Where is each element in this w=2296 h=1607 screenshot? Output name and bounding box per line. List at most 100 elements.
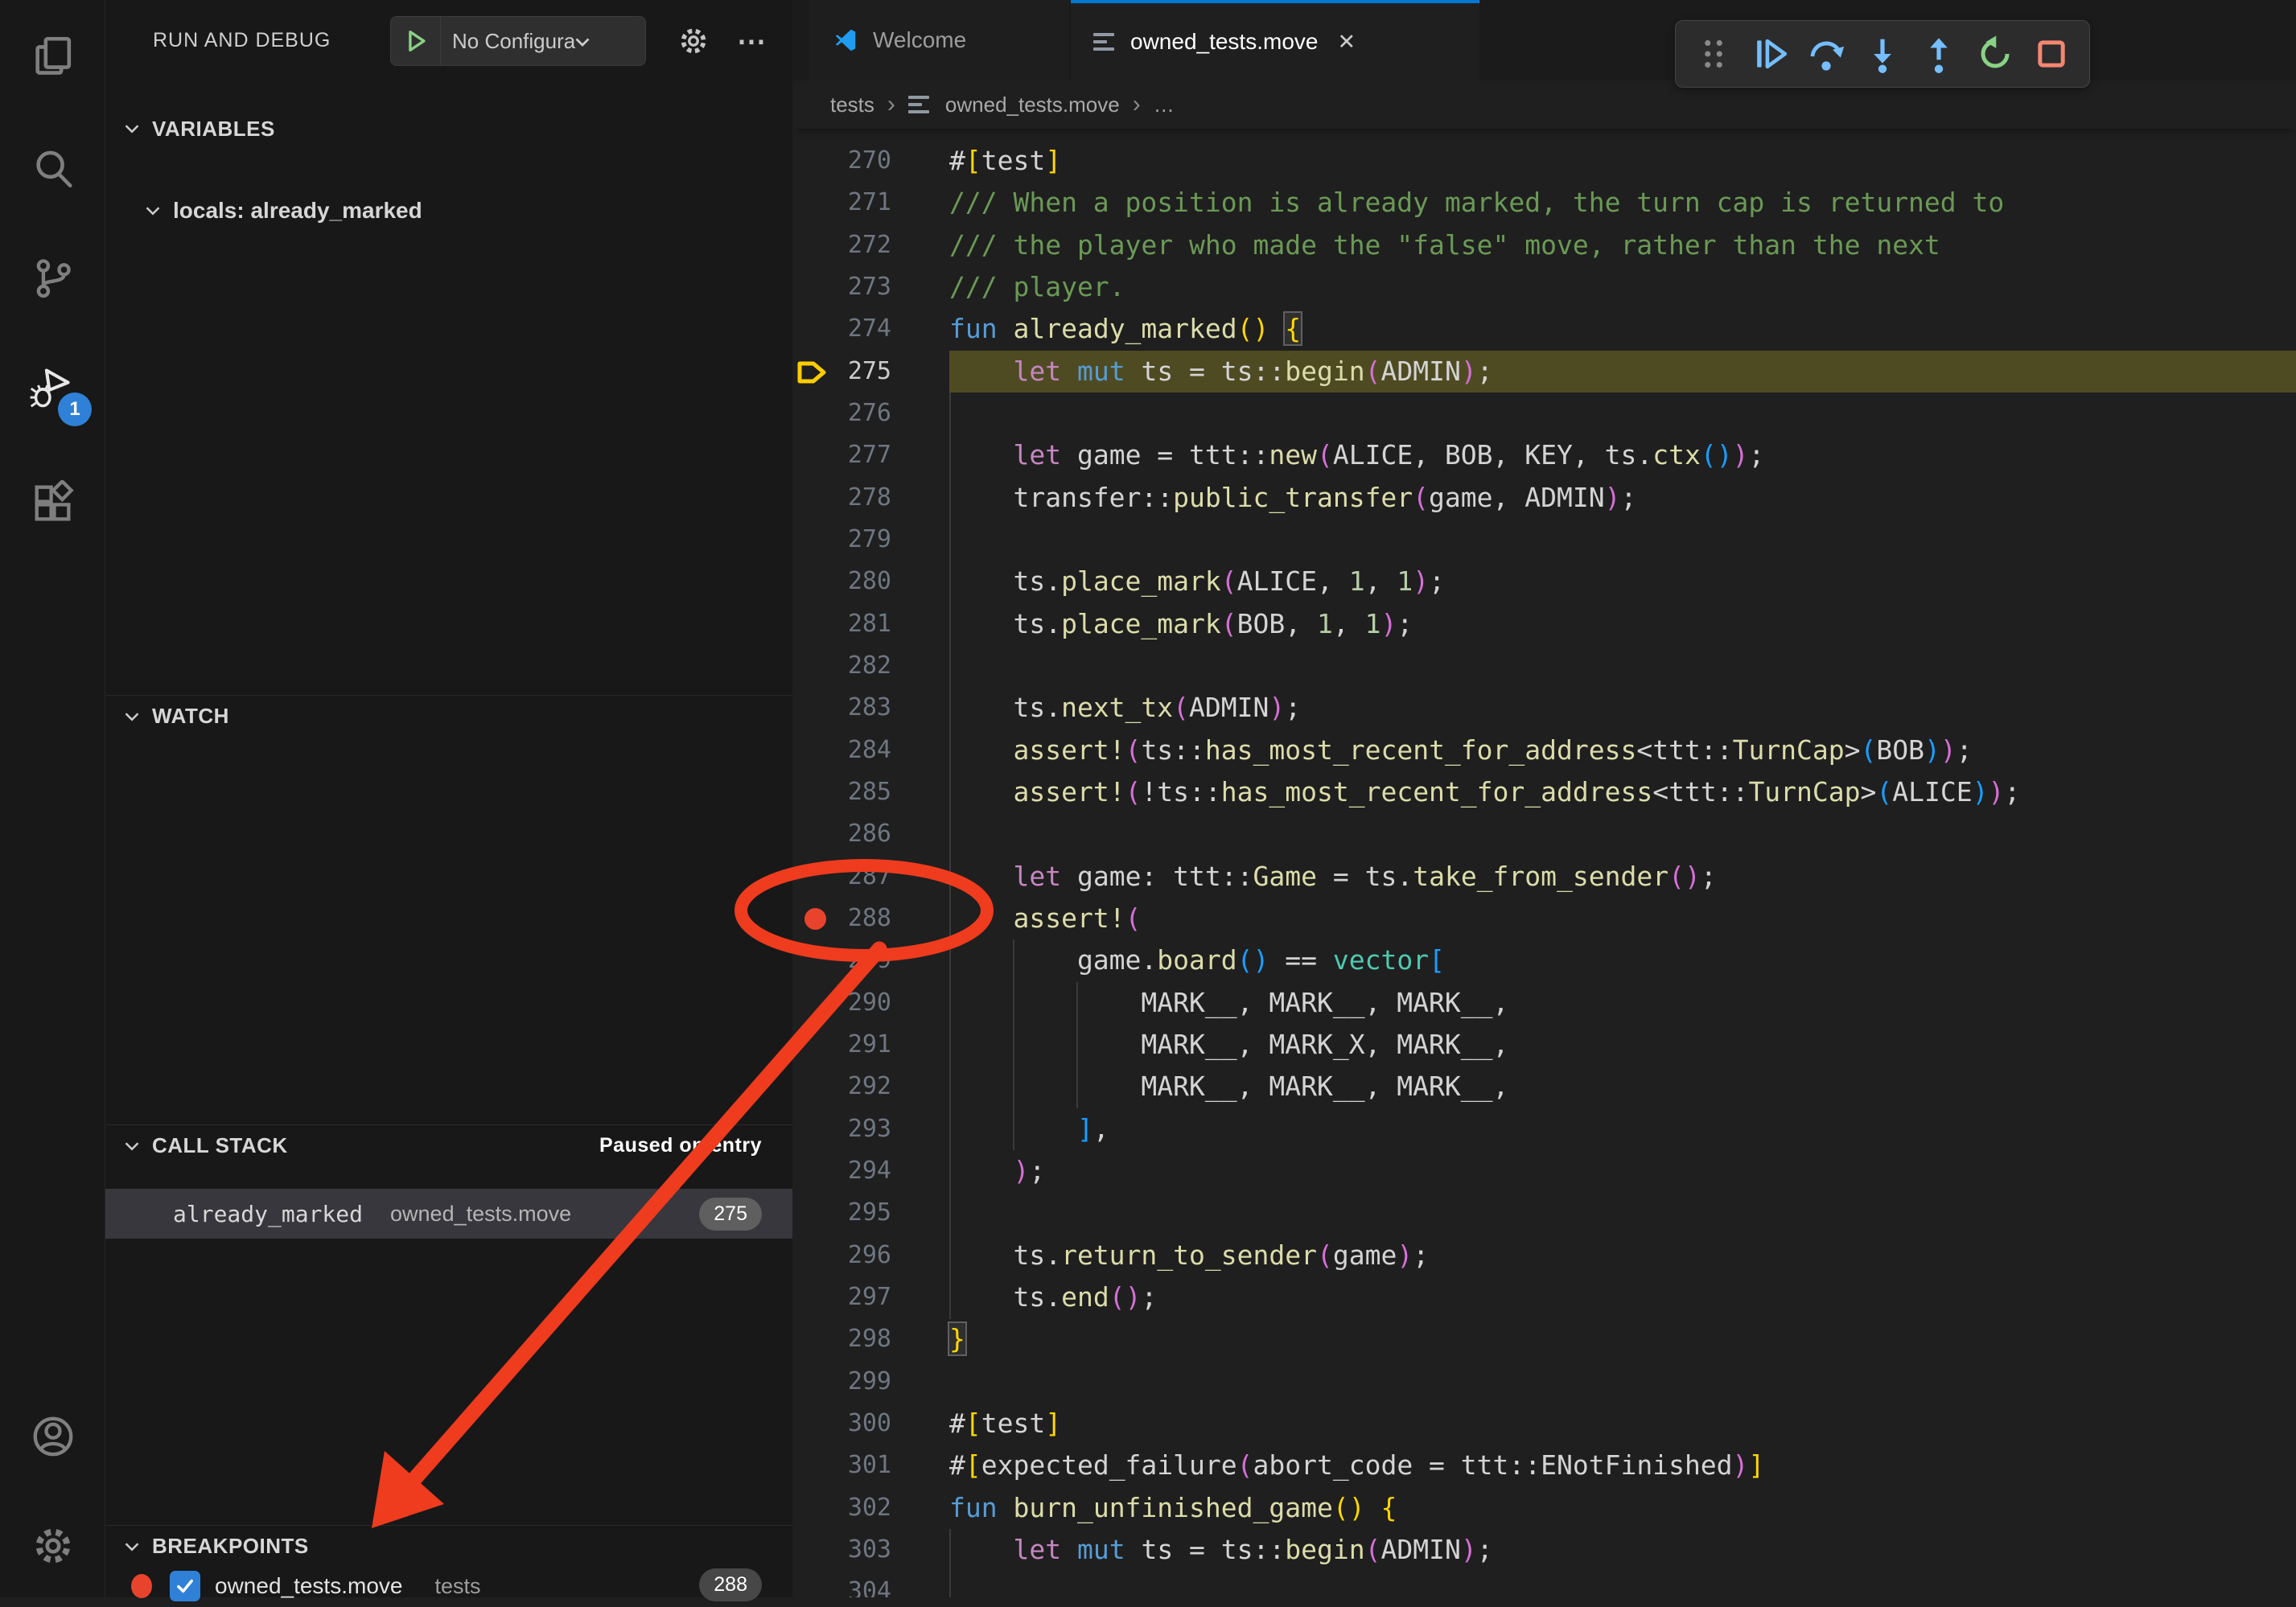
call-stack-frame-row[interactable]: already_marked owned_tests.move 275	[105, 1189, 792, 1239]
code-line[interactable]: 273/// player.	[792, 266, 2296, 308]
code-line[interactable]: 292 MARK__, MARK__, MARK__,	[792, 1066, 2296, 1108]
variables-scope-row[interactable]: locals: already_marked	[141, 190, 422, 232]
code-line[interactable]: 287 let game: ttt::Game = ts.take_from_s…	[792, 856, 2296, 898]
code-line[interactable]: 302fun burn_unfinished_game() {	[792, 1487, 2296, 1529]
line-number[interactable]: 299	[792, 1361, 891, 1403]
code-line[interactable]: 271/// When a position is already marked…	[792, 182, 2296, 224]
code-line[interactable]: 290 MARK__, MARK__, MARK__,	[792, 982, 2296, 1024]
code-line[interactable]: 276	[792, 393, 2296, 434]
line-number[interactable]: 287	[792, 856, 891, 898]
tab-owned-tests[interactable]: owned_tests.move ✕	[1071, 0, 1479, 80]
line-number[interactable]: 284	[792, 730, 891, 771]
code-line[interactable]: 279	[792, 519, 2296, 561]
code-line[interactable]: 299	[792, 1361, 2296, 1403]
continue-button[interactable]	[1747, 31, 1793, 77]
line-number[interactable]: 270	[792, 140, 891, 182]
line-number[interactable]: 272	[792, 224, 891, 266]
line-number[interactable]: 286	[792, 813, 891, 855]
code-line[interactable]: 275 let mut ts = ts::begin(ADMIN);	[792, 351, 2296, 393]
line-number[interactable]: 279	[792, 519, 891, 561]
code-line[interactable]: 295	[792, 1192, 2296, 1234]
variables-section-header[interactable]: VARIABLES	[105, 108, 792, 150]
line-number[interactable]: 296	[792, 1235, 891, 1276]
debug-config-dropdown[interactable]: No Configura	[390, 16, 646, 66]
breakpoint-list-item[interactable]: owned_tests.move tests 288	[105, 1565, 792, 1607]
code-line[interactable]: 270#[test]	[792, 140, 2296, 182]
code-line[interactable]: 288 assert!(	[792, 898, 2296, 939]
line-number[interactable]: 288	[792, 898, 891, 939]
line-number[interactable]: 292	[792, 1066, 891, 1108]
breadcrumb-item-symbol[interactable]: …	[1154, 92, 1175, 117]
line-number[interactable]: 283	[792, 687, 891, 729]
activity-settings[interactable]	[0, 1498, 105, 1594]
code-line[interactable]: 277 let game = ttt::new(ALICE, BOB, KEY,…	[792, 434, 2296, 476]
code-line[interactable]: 293 ],	[792, 1108, 2296, 1150]
line-number[interactable]: 297	[792, 1276, 891, 1318]
step-out-button[interactable]	[1915, 31, 1962, 77]
watch-section-header[interactable]: WATCH	[105, 695, 792, 737]
code-line[interactable]: 304	[792, 1571, 2296, 1597]
code-line[interactable]: 301#[expected_failure(abort_code = ttt::…	[792, 1445, 2296, 1486]
code-line[interactable]: 297 ts.end();	[792, 1276, 2296, 1318]
line-number[interactable]: 294	[792, 1150, 891, 1192]
code-line[interactable]: 298}	[792, 1318, 2296, 1360]
line-number[interactable]: 276	[792, 393, 891, 434]
line-number[interactable]: 274	[792, 308, 891, 350]
line-number[interactable]: 303	[792, 1529, 891, 1571]
code-line[interactable]: 282	[792, 645, 2296, 687]
line-number[interactable]: 278	[792, 477, 891, 519]
code-line[interactable]: 272/// the player who made the "false" m…	[792, 224, 2296, 266]
breadcrumb-item-file[interactable]: owned_tests.move	[945, 92, 1120, 117]
code-line[interactable]: 284 assert!(ts::has_most_recent_for_addr…	[792, 730, 2296, 771]
code-line[interactable]: 280 ts.place_mark(ALICE, 1, 1);	[792, 561, 2296, 602]
activity-account[interactable]	[0, 1388, 105, 1485]
line-number[interactable]: 280	[792, 561, 891, 602]
line-number[interactable]: 289	[792, 939, 891, 981]
breadcrumb-item-tests[interactable]: tests	[830, 92, 874, 117]
breakpoint-checkbox[interactable]	[170, 1571, 200, 1601]
breakpoints-section-header[interactable]: BREAKPOINTS	[105, 1525, 792, 1567]
line-number[interactable]: 290	[792, 982, 891, 1024]
line-number[interactable]: 298	[792, 1318, 891, 1360]
line-number[interactable]: 293	[792, 1108, 891, 1150]
debug-settings-button[interactable]	[673, 21, 714, 61]
restart-button[interactable]	[1972, 31, 2018, 77]
code-line[interactable]: 291 MARK__, MARK_X, MARK__,	[792, 1024, 2296, 1066]
code-line[interactable]: 281 ts.place_mark(BOB, 1, 1);	[792, 603, 2296, 645]
code-line[interactable]: 286	[792, 813, 2296, 855]
line-number[interactable]: 271	[792, 182, 891, 224]
call-stack-section-header[interactable]: CALL STACK Paused on entry	[105, 1124, 792, 1166]
step-into-button[interactable]	[1859, 31, 1906, 77]
line-number[interactable]: 300	[792, 1403, 891, 1445]
code-line[interactable]: 303 let mut ts = ts::begin(ADMIN);	[792, 1529, 2296, 1571]
line-number[interactable]: 302	[792, 1487, 891, 1529]
code-editor[interactable]: 270#[test]271/// When a position is alre…	[792, 129, 2296, 1597]
line-number[interactable]: 285	[792, 771, 891, 813]
stop-button[interactable]	[2028, 31, 2075, 77]
line-number[interactable]: 277	[792, 434, 891, 476]
more-actions-button[interactable]: ⋯	[731, 21, 772, 61]
line-number[interactable]: 301	[792, 1445, 891, 1486]
toolbar-drag-handle[interactable]	[1690, 31, 1737, 77]
start-debug-button[interactable]	[391, 17, 441, 65]
code-line[interactable]: 285 assert!(!ts::has_most_recent_for_add…	[792, 771, 2296, 813]
line-number[interactable]: 295	[792, 1192, 891, 1234]
line-number[interactable]: 282	[792, 645, 891, 687]
line-number[interactable]: 275	[792, 351, 891, 393]
activity-extensions[interactable]	[0, 455, 105, 552]
activity-search[interactable]	[0, 121, 105, 217]
code-line[interactable]: 278 transfer::public_transfer(game, ADMI…	[792, 477, 2296, 519]
code-line[interactable]: 274fun already_marked() {	[792, 308, 2296, 350]
activity-run-and-debug[interactable]: 1	[0, 343, 105, 439]
code-line[interactable]: 300#[test]	[792, 1403, 2296, 1445]
line-number[interactable]: 281	[792, 603, 891, 645]
close-icon[interactable]: ✕	[1337, 30, 1356, 55]
activity-source-control[interactable]	[0, 230, 105, 327]
code-line[interactable]: 289 game.board() == vector[	[792, 939, 2296, 981]
code-line[interactable]: 296 ts.return_to_sender(game);	[792, 1235, 2296, 1276]
code-line[interactable]: 294 );	[792, 1150, 2296, 1192]
line-number[interactable]: 304	[792, 1571, 891, 1597]
activity-explorer[interactable]	[0, 8, 105, 105]
line-number[interactable]: 273	[792, 266, 891, 308]
step-over-button[interactable]	[1803, 31, 1850, 77]
